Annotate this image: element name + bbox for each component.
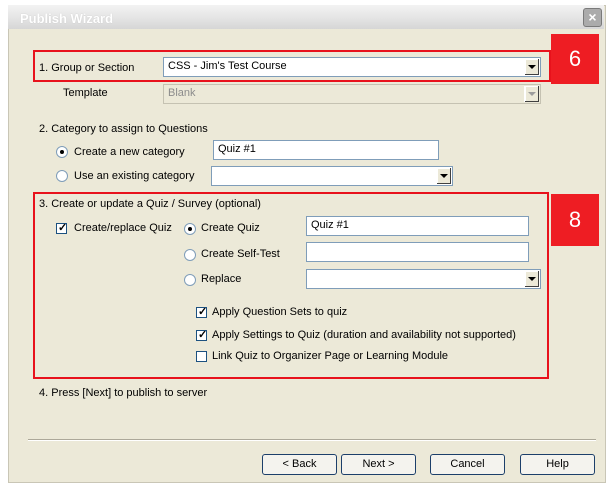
cancel-button[interactable]: Cancel	[430, 454, 505, 475]
create-category-label: Create a new category	[74, 146, 185, 158]
category-name-input[interactable]: Quiz #1	[213, 140, 439, 160]
help-button[interactable]: Help	[520, 454, 595, 475]
publish-instruction: 4. Press [Next] to publish to server	[39, 387, 208, 399]
next-button[interactable]: Next >	[341, 454, 416, 475]
step-badge-8: 8	[551, 194, 599, 246]
create-category-radio[interactable]	[56, 146, 68, 158]
template-label: Template	[63, 87, 108, 99]
footer-divider	[28, 439, 596, 441]
existing-category-radio[interactable]	[56, 170, 68, 182]
template-value: Blank	[168, 87, 196, 99]
close-button[interactable]: ×	[583, 8, 602, 27]
close-icon: ×	[588, 9, 597, 25]
title-bar: Publish Wizard	[8, 5, 604, 29]
group-section-highlight	[33, 50, 551, 82]
step-badge-6: 6	[551, 34, 599, 84]
category-heading: 2. Category to assign to Questions	[39, 123, 208, 135]
existing-category-label: Use an existing category	[74, 170, 195, 182]
chevron-down-icon	[524, 86, 539, 102]
window-title: Publish Wizard	[20, 11, 114, 26]
template-combo: Blank	[163, 84, 541, 104]
radio-dot	[60, 150, 64, 154]
category-name-value: Quiz #1	[218, 143, 256, 155]
back-button[interactable]: < Back	[262, 454, 337, 475]
quiz-section-highlight	[33, 192, 549, 379]
existing-category-combo[interactable]	[211, 166, 453, 186]
chevron-down-icon[interactable]	[436, 168, 451, 184]
